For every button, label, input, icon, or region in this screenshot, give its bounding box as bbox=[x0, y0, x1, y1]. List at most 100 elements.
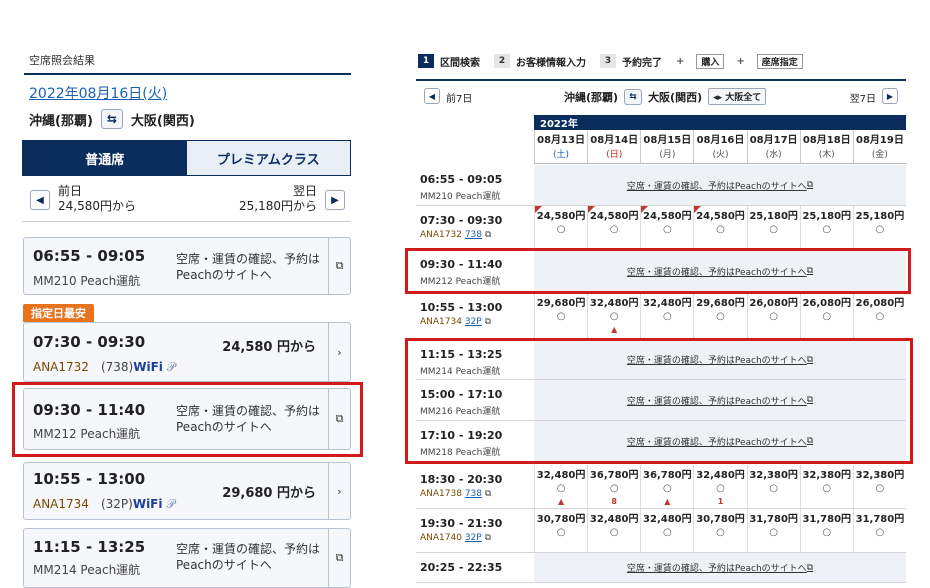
fare-price: 24,580円 bbox=[536, 211, 586, 222]
prev-week-label[interactable]: 前7日 bbox=[446, 90, 472, 105]
tab-premium[interactable]: プレミアムクラス bbox=[186, 141, 350, 175]
aircraft-link[interactable]: 32P bbox=[465, 533, 482, 543]
availability-mark: ○ bbox=[662, 311, 672, 322]
external-link-icon[interactable]: ⧉ bbox=[328, 238, 350, 294]
fare-price: 32,480円 bbox=[589, 514, 639, 525]
availability-mark: ○ bbox=[822, 224, 832, 235]
flight-row: 07:30 - 09:30 ANA1732 738 ⧉ 24,580円 ○ 24,580… bbox=[416, 206, 906, 250]
aircraft-link[interactable]: 738 bbox=[465, 489, 482, 499]
swap-icon[interactable]: ⇆ bbox=[624, 88, 643, 105]
fare-cell[interactable]: 31,780円 ○ bbox=[799, 509, 853, 552]
seats-remaining: 1 bbox=[717, 497, 724, 506]
fare-cell[interactable]: 24,580円 ○ bbox=[587, 206, 640, 249]
fare-cell[interactable]: 36,780円 ○ 8 bbox=[587, 465, 640, 508]
availability-mark: ○ bbox=[556, 527, 566, 538]
fare-cell[interactable]: 26,080円 ○ bbox=[852, 293, 906, 339]
fare-cell[interactable]: 30,780円 ○ bbox=[693, 509, 746, 552]
date-column-header: 08月19日 (金) bbox=[852, 130, 906, 163]
external-link-icon: ⧉ bbox=[806, 180, 814, 190]
fare-cell[interactable]: 25,180円 ○ bbox=[746, 206, 800, 249]
fare-price: 29,680円 bbox=[536, 298, 586, 309]
fare-cell[interactable]: 32,480円 ○ 1 bbox=[693, 465, 746, 508]
swap-icon[interactable]: ⇆ bbox=[100, 109, 123, 129]
tab-economy[interactable]: 普通席 bbox=[23, 141, 187, 175]
fare-cell[interactable]: 36,780円 ○ ▲ bbox=[640, 465, 693, 508]
availability-mark: ○ bbox=[716, 483, 725, 494]
date-column-header: 08月18日 (木) bbox=[799, 130, 853, 163]
flight-time: 11:15 - 13:25 bbox=[33, 538, 146, 556]
fare-price: 32,480円 bbox=[696, 470, 745, 481]
fare-cell[interactable]: 32,480円 ○ bbox=[640, 509, 693, 552]
flight-card[interactable]: 11:15 - 13:25 MM214 Peach運航 空席・運賃の確認、予約は… bbox=[23, 528, 351, 588]
date-column-header: 08月17日 (水) bbox=[746, 130, 800, 163]
year-header: 2022年 bbox=[534, 115, 906, 130]
peach-link[interactable]: 空席・運賃の確認、予約はPeachのサイトへ ⧉ bbox=[534, 553, 906, 582]
step-search: 1 区間検索 bbox=[418, 54, 480, 69]
aircraft-link[interactable]: 32P bbox=[465, 317, 482, 327]
next-day-info[interactable]: 翌日 25,180円から bbox=[239, 184, 317, 214]
fare-cell[interactable]: 29,680円 ○ bbox=[693, 293, 746, 339]
fare-cell[interactable]: 32,480円 ○ bbox=[587, 509, 640, 552]
prev-week-button[interactable]: ◀ bbox=[424, 88, 440, 104]
peach-message: 空席・運賃の確認、予約は Peachのサイトへ bbox=[176, 542, 321, 572]
fare-cell[interactable]: 32,480円 ○ ▲ bbox=[534, 465, 587, 508]
flight-info: ANA1740 32P ⧉ bbox=[420, 533, 492, 543]
title-divider bbox=[24, 73, 351, 75]
fare-cell[interactable]: 30,780円 ○ bbox=[534, 509, 587, 552]
availability-mark: ○ bbox=[662, 483, 672, 494]
flight-info: ANA1732 (738)WiFi 𝒫 bbox=[33, 360, 176, 374]
date-column-header: 08月16日 (火) bbox=[693, 130, 746, 163]
fare-cell[interactable]: 26,080円 ○ bbox=[746, 293, 800, 339]
flight-time: 19:30 - 21:30 bbox=[420, 517, 503, 530]
flight-row: 06:55 - 09:05 MM210 Peach運航 空席・運賃の確認、予約はPe… bbox=[416, 165, 906, 206]
fare-cell[interactable]: 32,480円 ○ ▲ bbox=[587, 293, 640, 339]
osaka-all-button[interactable]: ◂▸ 大阪全て bbox=[708, 88, 767, 105]
fare-cell[interactable]: 25,180円 ○ bbox=[799, 206, 853, 249]
fare-cell[interactable]: 24,580円 ○ bbox=[693, 206, 746, 249]
availability-mark: ○ bbox=[822, 527, 832, 538]
selected-date-link[interactable]: 2022年08月16日(火) bbox=[29, 83, 167, 103]
peach-link[interactable]: 空席・運賃の確認、予約はPeachのサイトへ ⧉ bbox=[534, 165, 906, 205]
fare-cell[interactable]: 24,580円 ○ bbox=[640, 206, 693, 249]
fare-cell[interactable]: 32,380円 ○ bbox=[799, 465, 853, 508]
seats-remaining: ▲ bbox=[611, 325, 618, 334]
fare-cell[interactable]: 29,680円 ○ bbox=[534, 293, 587, 339]
next-week-button[interactable]: ▶ bbox=[882, 88, 898, 104]
fare-cell[interactable]: 32,380円 ○ bbox=[852, 465, 906, 508]
fare-cell[interactable]: 24,580円 ○ bbox=[534, 206, 587, 249]
seats-remaining: ▲ bbox=[664, 497, 671, 506]
flight-card[interactable]: 06:55 - 09:05 MM210 Peach運航 空席・運賃の確認、予約は… bbox=[23, 237, 351, 295]
fare-cells: 24,580円 ○ 24,580円 ○ 24,580円 ○ 24,580円 ○ 25,180円 ○… bbox=[534, 206, 906, 249]
flight-info: MM214 Peach運航 bbox=[33, 563, 141, 577]
fare-price: 31,780円 bbox=[802, 514, 852, 525]
flight-card[interactable]: 07:30 - 09:30 ANA1732 (738)WiFi 𝒫 24,580… bbox=[23, 322, 351, 382]
prev-day-info[interactable]: 前日 24,580円から bbox=[58, 184, 136, 214]
peach-message: 空席・運賃の確認、予約は Peachのサイトへ bbox=[176, 252, 321, 282]
day-navigation: ◀ 前日 24,580円から 翌日 25,180円から ▶ bbox=[22, 178, 351, 222]
availability-mark: ○ bbox=[556, 224, 566, 235]
flight-card[interactable]: 10:55 - 13:00 ANA1734 (32P)WiFi 𝒫 29,680… bbox=[23, 462, 351, 520]
fare-price: 26,080円 bbox=[749, 298, 798, 309]
route: 沖縄(那覇) ⇆ 大阪(関西) ◂▸ 大阪全て bbox=[564, 88, 767, 105]
external-link-icon[interactable]: ⧉ bbox=[328, 529, 350, 587]
fare-cell[interactable]: 25,180円 ○ bbox=[852, 206, 906, 249]
next-week-label[interactable]: 翌7日 bbox=[850, 90, 876, 105]
power-icon: 𝒫 bbox=[166, 497, 175, 511]
fare-cell[interactable]: 32,480円 ○ bbox=[640, 293, 693, 339]
chevron-right-icon[interactable]: › bbox=[328, 463, 350, 519]
flight-info: MM210 Peach運航 bbox=[33, 274, 141, 288]
date-column-header: 08月13日 (土) bbox=[534, 130, 587, 163]
next-day-button[interactable]: ▶ bbox=[325, 190, 345, 210]
step-seat-select: 座席指定 bbox=[756, 53, 803, 69]
fare-price: 26,080円 bbox=[802, 298, 852, 309]
fare-cell[interactable]: 32,380円 ○ bbox=[746, 465, 800, 508]
fare-cell[interactable]: 31,780円 ○ bbox=[746, 509, 800, 552]
aircraft-link[interactable]: 738 bbox=[465, 230, 482, 240]
flight-info: ANA1734 32P ⧉ bbox=[420, 317, 492, 327]
fare-cell[interactable]: 26,080円 ○ bbox=[799, 293, 853, 339]
chevron-right-icon[interactable]: › bbox=[328, 323, 350, 381]
header-divider bbox=[416, 79, 906, 81]
fare-cell[interactable]: 31,780円 ○ bbox=[852, 509, 906, 552]
prev-day-button[interactable]: ◀ bbox=[30, 190, 50, 210]
destination: 大阪(関西) bbox=[130, 113, 195, 129]
